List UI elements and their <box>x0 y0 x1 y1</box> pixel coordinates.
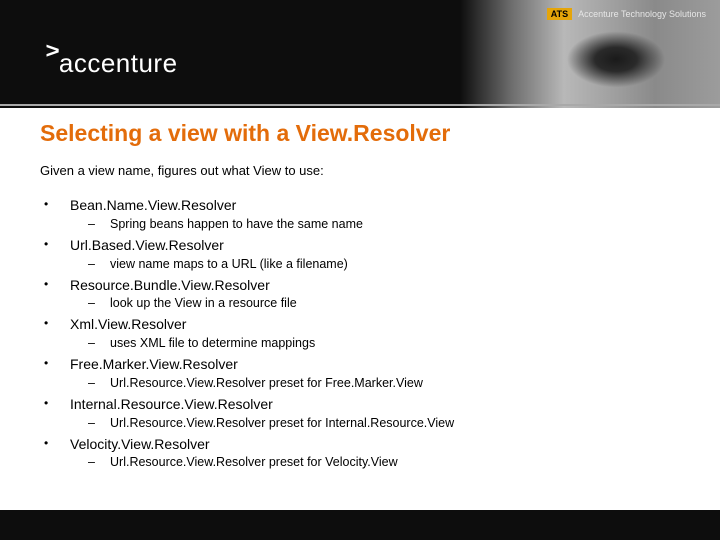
item-label: Bean.Name.View.Resolver <box>70 197 236 213</box>
ats-badge: ATS <box>547 8 572 20</box>
list-item: Internal.Resource.View.Resolver Url.Reso… <box>40 395 680 432</box>
list-item: Resource.Bundle.View.Resolver look up th… <box>40 276 680 313</box>
list-item: Xml.View.Resolver uses XML file to deter… <box>40 315 680 352</box>
list-item: Url.Based.View.Resolver view name maps t… <box>40 236 680 273</box>
bullet-list: Bean.Name.View.Resolver Spring beans hap… <box>40 196 680 471</box>
slide-intro: Given a view name, figures out what View… <box>40 163 680 178</box>
sub-item: look up the View in a resource file <box>70 295 680 312</box>
item-label: Url.Based.View.Resolver <box>70 237 224 253</box>
list-item: Velocity.View.Resolver Url.Resource.View… <box>40 435 680 472</box>
item-label: Resource.Bundle.View.Resolver <box>70 277 270 293</box>
item-label: Xml.View.Resolver <box>70 316 186 332</box>
item-label: Free.Marker.View.Resolver <box>70 356 238 372</box>
ats-text: Accenture Technology Solutions <box>578 9 706 19</box>
ats-label: ATS Accenture Technology Solutions <box>547 8 706 20</box>
list-item: Free.Marker.View.Resolver Url.Resource.V… <box>40 355 680 392</box>
slide-title: Selecting a view with a View.Resolver <box>40 120 680 147</box>
slide-content: Selecting a view with a View.Resolver Gi… <box>40 120 680 474</box>
sub-item: view name maps to a URL (like a filename… <box>70 256 680 273</box>
brand-logo: > accenture <box>46 48 178 79</box>
sub-item: Url.Resource.View.Resolver preset for In… <box>70 415 680 432</box>
sub-item: Spring beans happen to have the same nam… <box>70 216 680 233</box>
footer-band <box>0 510 720 540</box>
item-label: Velocity.View.Resolver <box>70 436 210 452</box>
sub-item: Url.Resource.View.Resolver preset for Fr… <box>70 375 680 392</box>
header-band: ATS Accenture Technology Solutions > acc… <box>0 0 720 108</box>
logo-text: accenture <box>59 48 178 79</box>
header-divider <box>0 104 720 106</box>
logo-mark-icon: > <box>45 44 57 57</box>
sub-item: Url.Resource.View.Resolver preset for Ve… <box>70 454 680 471</box>
sub-item: uses XML file to determine mappings <box>70 335 680 352</box>
list-item: Bean.Name.View.Resolver Spring beans hap… <box>40 196 680 233</box>
item-label: Internal.Resource.View.Resolver <box>70 396 273 412</box>
slide: ATS Accenture Technology Solutions > acc… <box>0 0 720 540</box>
